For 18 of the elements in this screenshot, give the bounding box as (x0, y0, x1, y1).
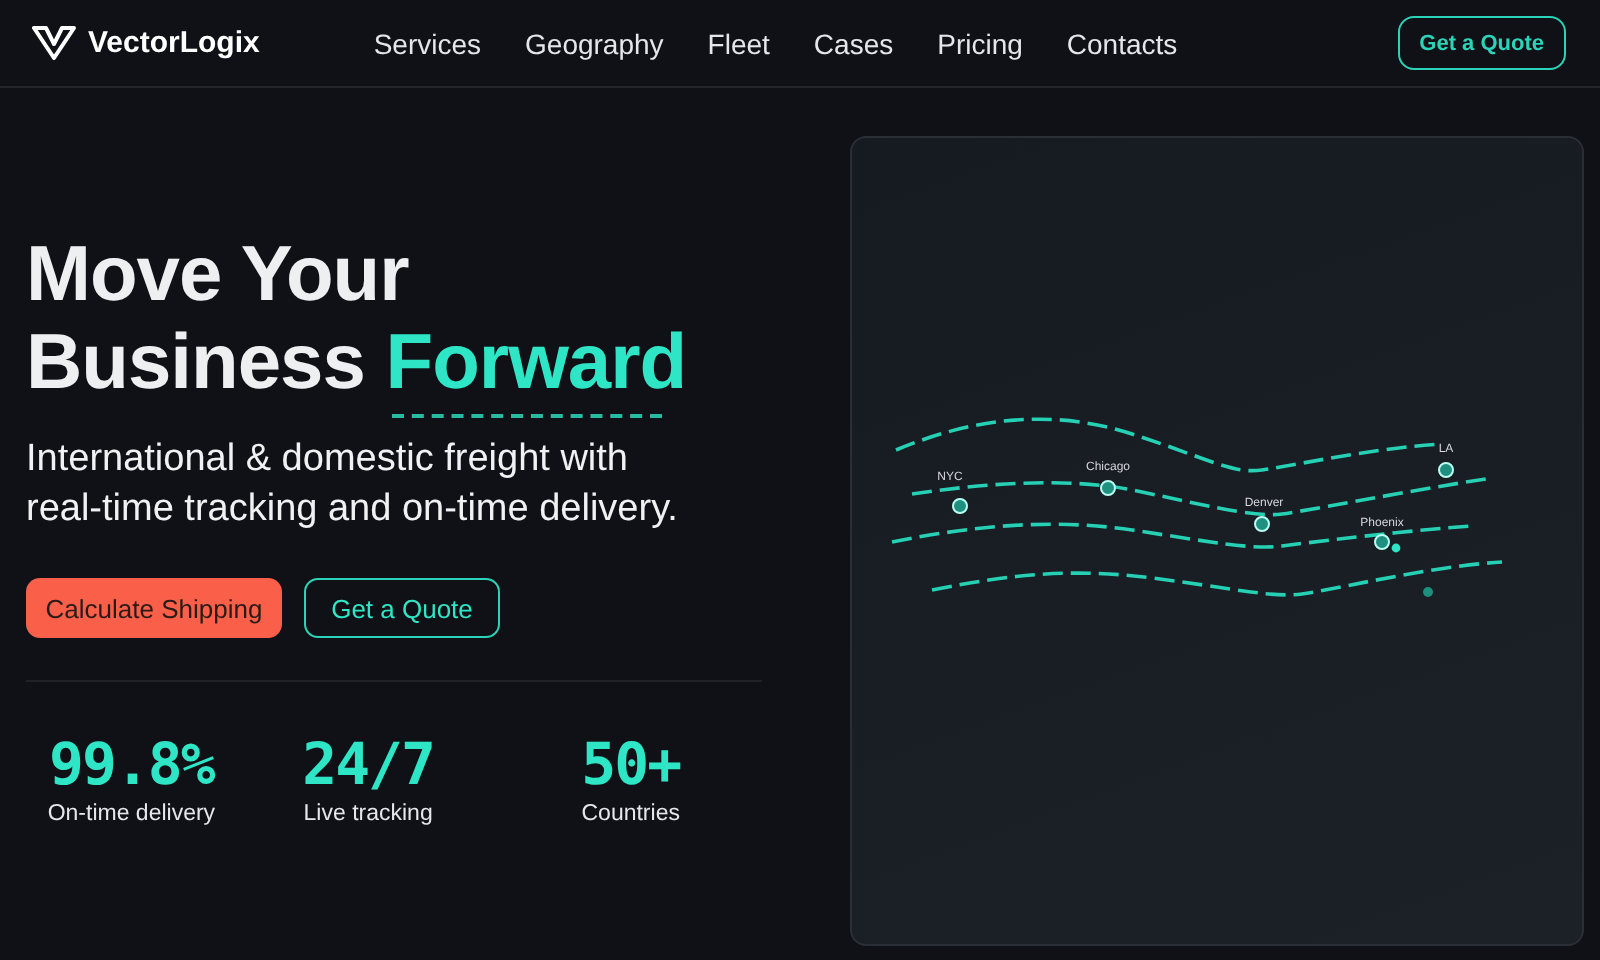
brand-name[interactable]: VectorLogix (88, 26, 260, 60)
nav-link[interactable]: Services (373, 27, 482, 59)
stat-value: 50+ (581, 730, 681, 798)
nav-link[interactable]: Contacts (1066, 27, 1178, 59)
quote-button[interactable]: Get a Quote (1397, 16, 1566, 70)
nav-link[interactable]: Cases (813, 27, 894, 59)
nav-link[interactable]: Geography (525, 27, 664, 59)
stat-label: Live tracking (303, 802, 433, 826)
hero-subtitle: International & domestic freight with real-time tracking and on-time delivery. (26, 436, 680, 534)
nav-link[interactable]: Fleet (707, 27, 770, 59)
stat-value: 24/7 (302, 730, 434, 798)
nav-link[interactable]: Pricing (937, 27, 1023, 59)
stat-label: On-time delivery (47, 802, 216, 826)
calculate-button[interactable]: Calculate Shipping (26, 578, 282, 638)
stat-label: Countries (581, 802, 680, 826)
quote-button[interactable]: Get a Quote (304, 578, 500, 638)
hero-title: Move Your Business Forward (26, 232, 689, 408)
stat-value: 99.8% (49, 730, 214, 798)
